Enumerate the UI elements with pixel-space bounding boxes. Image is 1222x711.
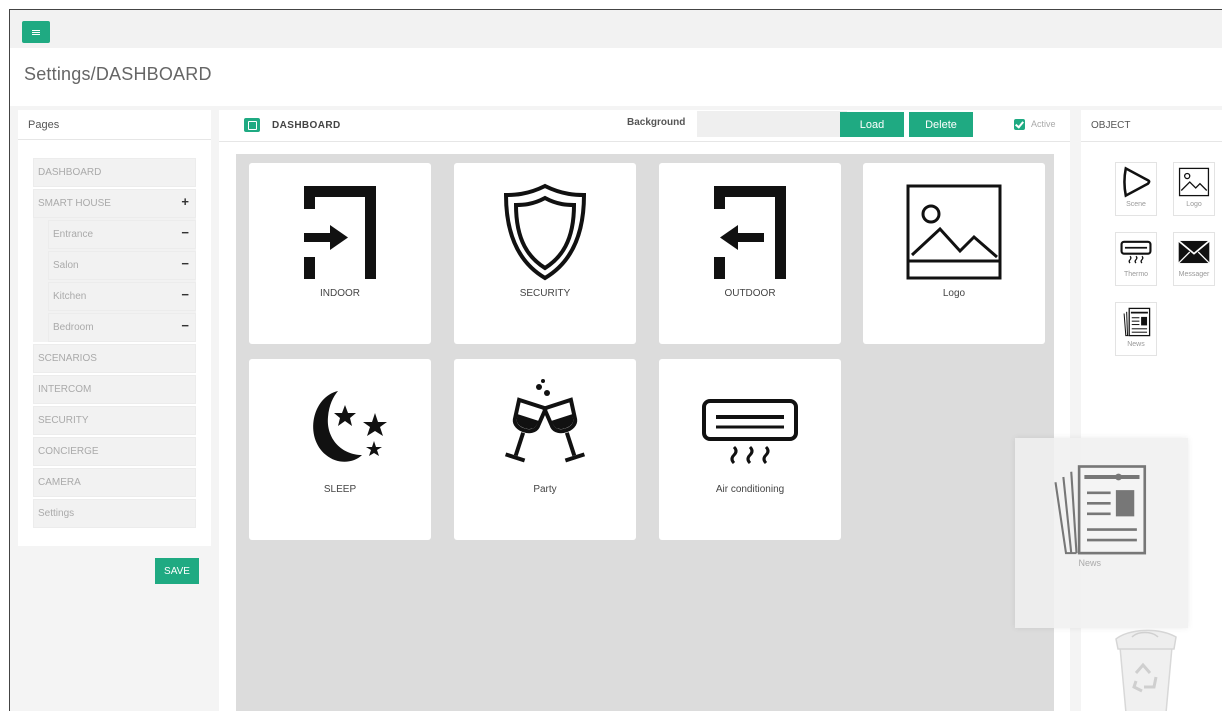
pages-nav: DASHBOARD SMART HOUSE + Entrance − Salon − …: [33, 158, 196, 530]
object-thermo[interactable]: Thermo: [1115, 232, 1157, 286]
remove-icon[interactable]: −: [181, 225, 189, 240]
nav-item-kitchen[interactable]: Kitchen −: [48, 282, 196, 311]
outdoor-icon: [714, 186, 786, 279]
remove-icon[interactable]: −: [181, 256, 189, 271]
page-title: Settings/DASHBOARD: [24, 64, 212, 84]
nav-item-smart-house[interactable]: SMART HOUSE +: [33, 189, 196, 218]
thermo-icon: [1120, 240, 1152, 264]
tile-label: Logo: [942, 288, 966, 299]
nav-group-smart-house: SMART HOUSE + Entrance − Salon − Kitchen − B…: [33, 189, 196, 342]
active-label: Active: [1031, 119, 1056, 129]
object-logo[interactable]: Logo: [1173, 162, 1215, 216]
active-checkbox[interactable]: [1014, 119, 1025, 130]
newspaper-icon: [1123, 307, 1151, 337]
tile-outdoor[interactable]: OUTDOOR: [659, 163, 841, 344]
drag-preview-label: News: [1078, 558, 1101, 568]
nav-item-settings[interactable]: Settings: [33, 499, 196, 528]
tile-label: Party: [533, 484, 557, 495]
nav-item-scenarios[interactable]: SCENARIOS: [33, 344, 196, 373]
nav-item-concierge[interactable]: CONCIERGE: [33, 437, 196, 466]
menu-toggle-button[interactable]: [22, 21, 50, 43]
tile-label: SLEEP: [323, 484, 357, 495]
dashboard-toolbar: DASHBOARD Background Load Delete Active: [219, 110, 1070, 142]
save-button[interactable]: SAVE: [155, 558, 199, 584]
shield-icon: [503, 183, 587, 281]
hamburger-icon: [32, 31, 40, 33]
pages-panel: Pages DASHBOARD SMART HOUSE + Entrance − S…: [18, 110, 211, 546]
object-messager[interactable]: Messager: [1173, 232, 1215, 286]
image-icon: [906, 184, 1002, 280]
object-news[interactable]: News: [1115, 302, 1157, 356]
pages-panel-title: Pages: [18, 110, 211, 140]
nav-item-bedroom[interactable]: Bedroom −: [48, 313, 196, 342]
tile-indoor[interactable]: INDOOR: [249, 163, 431, 344]
nav-item-salon[interactable]: Salon −: [48, 251, 196, 280]
trash-bin-icon[interactable]: [1108, 625, 1183, 711]
app-window: Settings/DASHBOARD Pages DASHBOARD SMART…: [9, 9, 1222, 711]
image-icon: [1178, 167, 1210, 197]
tile-label: Air conditioning: [715, 484, 785, 495]
newspaper-icon: [1054, 465, 1147, 555]
background-input[interactable]: [697, 111, 847, 137]
tile-air-conditioning[interactable]: Air conditioning: [659, 359, 841, 540]
remove-icon[interactable]: −: [181, 287, 189, 302]
dashboard-panel: DASHBOARD Background Load Delete Active …: [219, 110, 1070, 711]
moon-stars-icon: [313, 391, 387, 462]
tile-label: SECURITY: [519, 288, 571, 299]
tile-security[interactable]: SECURITY: [454, 163, 636, 344]
scene-icon: [1123, 166, 1151, 198]
background-label: Background: [627, 117, 686, 128]
dashboard-canvas[interactable]: INDOOR SECURITY OUTDOOR Logo SLEEP Party…: [236, 154, 1054, 711]
object-scene[interactable]: Scene: [1115, 162, 1157, 216]
tile-label: OUTDOOR: [724, 288, 776, 299]
wine-glasses-icon: [504, 379, 586, 463]
nav-item-dashboard[interactable]: DASHBOARD: [33, 158, 196, 187]
nav-item-security[interactable]: SECURITY: [33, 406, 196, 435]
delete-button[interactable]: Delete: [909, 112, 973, 137]
add-icon[interactable]: +: [181, 194, 189, 209]
object-panel-title: OBJECT: [1081, 110, 1222, 142]
nav-item-entrance[interactable]: Entrance −: [48, 220, 196, 249]
tile-party[interactable]: Party: [454, 359, 636, 540]
remove-icon[interactable]: −: [181, 318, 189, 333]
drag-preview-news[interactable]: News: [1015, 438, 1188, 628]
edit-icon[interactable]: [244, 118, 260, 132]
top-bar: [10, 10, 1222, 48]
air-conditioner-icon: [702, 399, 798, 465]
indoor-icon: [304, 186, 376, 279]
tile-sleep[interactable]: SLEEP: [249, 359, 431, 540]
page-header: Settings/DASHBOARD: [10, 48, 1222, 106]
envelope-icon: [1178, 240, 1210, 264]
dashboard-title: DASHBOARD: [272, 120, 341, 131]
tile-label: INDOOR: [320, 288, 360, 299]
nav-item-intercom[interactable]: INTERCOM: [33, 375, 196, 404]
tile-logo[interactable]: Logo: [863, 163, 1045, 344]
load-button[interactable]: Load: [840, 112, 904, 137]
nav-item-camera[interactable]: CAMERA: [33, 468, 196, 497]
